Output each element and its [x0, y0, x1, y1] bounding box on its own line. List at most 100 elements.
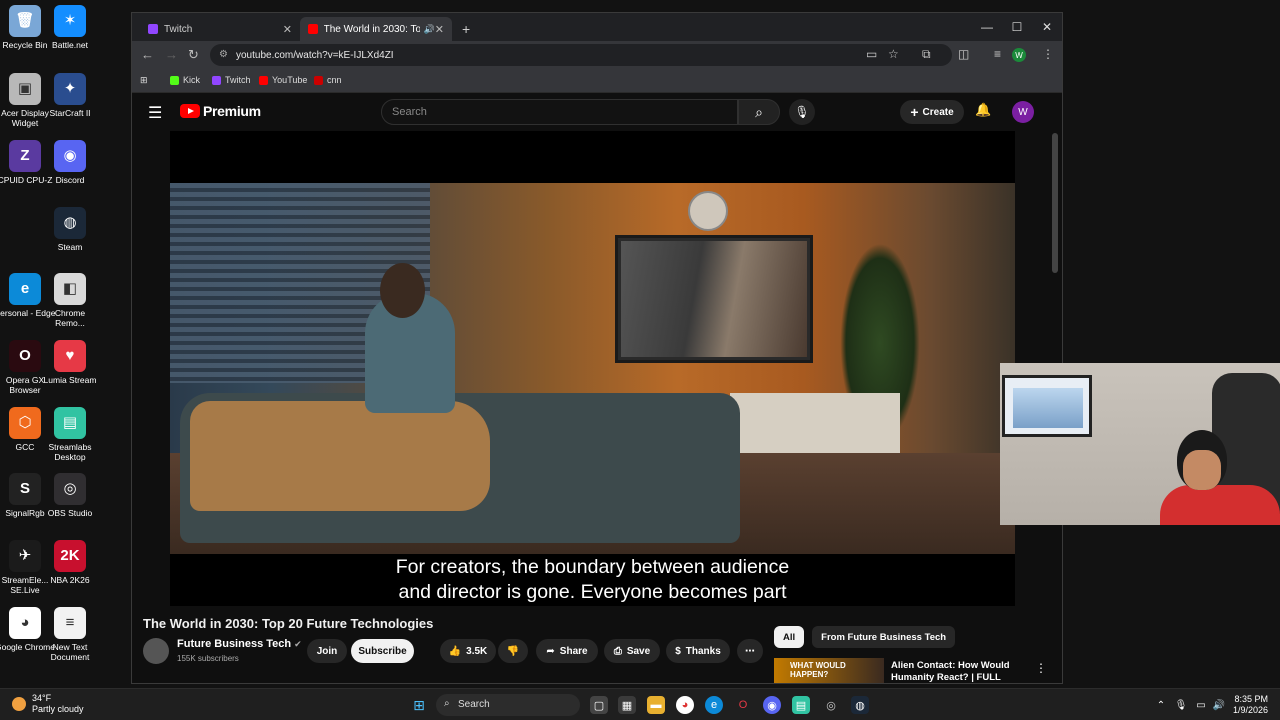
steam-icon[interactable]: ◍	[851, 696, 869, 714]
page-scrollbar[interactable]	[1052, 133, 1058, 273]
search-button[interactable]: ⌕	[738, 99, 780, 125]
subscribe-button[interactable]: Subscribe	[351, 639, 414, 663]
share-button[interactable]: ➦ Share	[536, 639, 598, 663]
taskbar-search[interactable]: ⌕ Search	[436, 694, 580, 716]
app-icon: ✶	[54, 5, 86, 37]
video-title: The World in 2030: Top 20 Future Technol…	[143, 616, 434, 631]
media-icon[interactable]: ≡	[994, 47, 1001, 61]
desktop-icon-label: Discord	[55, 175, 85, 185]
hamburger-menu-icon[interactable]: ☰	[148, 103, 162, 123]
webcam-tv	[1002, 375, 1092, 437]
site-info-icon[interactable]: ⚙	[219, 49, 228, 60]
channel-name[interactable]: Future Business Tech ✔	[177, 638, 302, 650]
video-player[interactable]: For creators, the boundary between audie…	[170, 131, 1015, 606]
desktop-icon-nba-2k26[interactable]: 2K NBA 2K26	[39, 540, 101, 585]
tray-overflow-icon[interactable]: ⌃	[1152, 696, 1170, 714]
discord-icon[interactable]: ◉	[763, 696, 781, 714]
mic-tray-icon[interactable]: 🎙	[1172, 696, 1190, 714]
chip-from-channel[interactable]: From Future Business Tech	[812, 626, 956, 648]
chrome-icon[interactable]: ◕	[676, 696, 694, 714]
address-bar-row: ← → ↻ ⚙ youtube.com/watch?v=kE-IJLXd4ZI …	[132, 41, 1062, 69]
profile-avatar[interactable]: W	[1012, 48, 1026, 62]
wall-clock	[688, 191, 728, 231]
menu-icon[interactable]: ⋮	[1042, 47, 1054, 61]
volume-icon[interactable]: 🔊	[1210, 696, 1228, 714]
account-avatar[interactable]: W	[1012, 101, 1034, 123]
desktop-icon-label: Battle.net	[52, 40, 88, 50]
extensions-icon[interactable]: ⧉	[922, 47, 931, 62]
join-button[interactable]: Join	[307, 639, 347, 663]
app-icon: e	[9, 273, 41, 305]
weather-icon	[12, 697, 26, 711]
rec-more-icon[interactable]: ⋮	[1035, 661, 1047, 675]
close-tab-icon[interactable]: ✕	[435, 23, 444, 36]
streamlabs-icon[interactable]: ▤	[792, 696, 810, 714]
new-tab-button[interactable]: +	[454, 17, 478, 41]
cast-icon[interactable]: ▭	[866, 47, 877, 61]
app-icon: O	[9, 340, 41, 372]
app-icon: 🗑	[9, 5, 41, 37]
save-button[interactable]: ⎙ Save	[604, 639, 660, 663]
close-window-icon[interactable]: ✕	[1032, 13, 1062, 41]
notifications-bell-icon[interactable]: 🔔	[975, 102, 991, 118]
app-icon: ◎	[54, 473, 86, 505]
desktop-icon-streamlabs-desktop[interactable]: ▤ Streamlabs Desktop	[39, 407, 101, 462]
tab-youtube-video[interactable]: The World in 2030: Top 20 F 🔊 ✕	[300, 17, 452, 41]
obs-icon[interactable]: ◎	[822, 696, 840, 714]
close-tab-icon[interactable]: ✕	[283, 23, 292, 36]
sidepanel-icon[interactable]: ◫	[958, 47, 969, 61]
more-actions-button[interactable]: ⋯	[737, 639, 763, 663]
desktop-icon-obs-studio[interactable]: ◎ OBS Studio	[39, 473, 101, 518]
reload-icon[interactable]: ↻	[188, 47, 199, 63]
streamer-face	[1183, 450, 1221, 490]
task-view-icon[interactable]: ▢	[590, 696, 608, 714]
speaker-icon[interactable]: 🔊	[424, 24, 435, 35]
channel-avatar[interactable]	[143, 638, 169, 664]
minimize-icon[interactable]: —	[972, 13, 1002, 41]
youtube-premium-logo[interactable]: Premium	[180, 103, 261, 119]
bookmark-twitch[interactable]: Twitch	[212, 75, 251, 85]
browser-window: Twitch ✕ The World in 2030: Top 20 F 🔊 ✕…	[131, 12, 1063, 684]
like-button[interactable]: 👍 3.5K	[440, 639, 496, 663]
desktop-icon-battle-net[interactable]: ✶ Battle.net	[39, 5, 101, 50]
forward-icon[interactable]: →	[165, 47, 178, 62]
maximize-icon[interactable]: ☐	[1002, 13, 1032, 41]
webcam-overlay	[1000, 363, 1280, 525]
recommended-video-thumbnail[interactable]: WHAT WOULD HAPPEN?	[774, 658, 884, 683]
voice-search-button[interactable]: 🎙	[789, 99, 815, 125]
weather-widget[interactable]: 34°F Partly cloudy	[12, 693, 84, 715]
thumbs-up-icon: 👍	[448, 645, 462, 657]
search-icon: ⌕	[444, 698, 450, 709]
bookmark-youtube[interactable]: YouTube	[259, 75, 307, 85]
bookmarks-bar: ⊞ Kick Twitch YouTube cnn	[132, 69, 1062, 93]
bookmark-star-icon[interactable]: ☆	[888, 47, 899, 61]
taskbar-clock[interactable]: 8:35 PM 1/9/2026	[1233, 694, 1268, 716]
desktop-icon-new-text-document[interactable]: ≡ New Text Document	[39, 607, 101, 662]
bookmark-cnn[interactable]: cnn	[314, 75, 342, 85]
apps-icon[interactable]: ⊞	[140, 75, 148, 86]
back-icon[interactable]: ←	[141, 47, 154, 62]
create-button[interactable]: + Create	[900, 100, 964, 124]
edge-icon[interactable]: e	[705, 696, 723, 714]
widgets-icon[interactable]: ▦	[618, 696, 636, 714]
desktop-icon-discord[interactable]: ◉ Discord	[39, 140, 101, 185]
opera-icon[interactable]: O	[734, 696, 752, 714]
desktop-icon-lumia-stream[interactable]: ♥ Lumia Stream	[39, 340, 101, 385]
search-input[interactable]: Search	[381, 99, 738, 125]
desktop-icon-chrome-remo-[interactable]: ◧ Chrome Remo...	[39, 273, 101, 328]
recommended-video-title[interactable]: Alien Contact: How Would Humanity React?…	[891, 660, 1021, 683]
thanks-button[interactable]: $ Thanks	[666, 639, 730, 663]
network-icon[interactable]: ▭	[1192, 696, 1210, 714]
dislike-button[interactable]: 👎	[498, 639, 528, 663]
file-explorer-icon[interactable]: ▬	[647, 696, 665, 714]
url-field[interactable]: ⚙ youtube.com/watch?v=kE-IJLXd4ZI	[210, 44, 952, 66]
verified-icon: ✔	[294, 639, 302, 649]
more-icon: ⋯	[745, 645, 755, 657]
bookmark-kick[interactable]: Kick	[170, 75, 200, 85]
desktop-icon-steam[interactable]: ◍ Steam	[39, 207, 101, 252]
desktop-icon-starcraft-ii[interactable]: ✦ StarCraft II	[39, 73, 101, 118]
chip-all[interactable]: All	[774, 626, 805, 648]
video-captions: For creators, the boundary between audie…	[170, 555, 1015, 605]
start-icon[interactable]: ⊞	[410, 696, 428, 714]
tab-twitch[interactable]: Twitch ✕	[140, 17, 300, 41]
